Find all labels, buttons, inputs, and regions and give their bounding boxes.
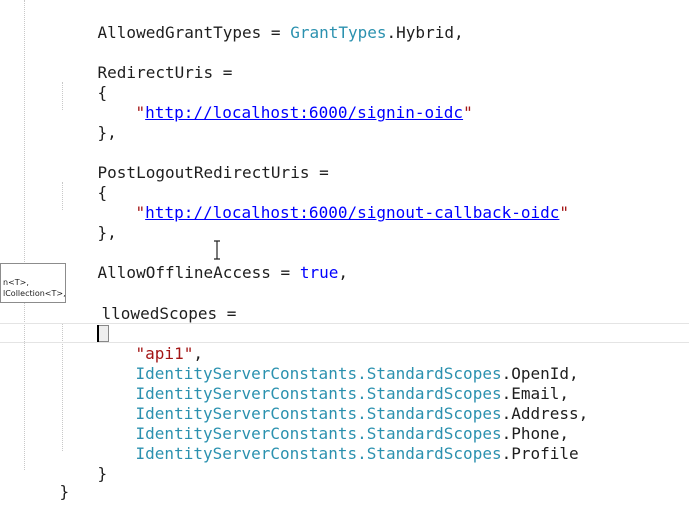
code-line[interactable]: IdentityServerConstants.StandardScopes.P… [97, 404, 570, 443]
type-name: IdentityServerConstants [135, 444, 358, 463]
indent-guide [24, 0, 25, 470]
string-quote: " [463, 103, 473, 122]
tooltip-line: n<T>, [3, 278, 29, 287]
code-editor[interactable]: AllowedGrantTypes = GrantTypes.Hybrid, R… [0, 0, 689, 501]
type-name: .StandardScopes [357, 444, 502, 463]
code-line[interactable]: }, [59, 103, 117, 142]
property-name: PostLogoutRedirectUris = [97, 163, 329, 182]
property-name: AllowOfflineAccess [97, 263, 271, 282]
url-link[interactable]: http://localhost:6000/signin-oidc [145, 103, 463, 122]
close-brace: }, [97, 223, 117, 242]
code-line[interactable]: "http://localhost:6000/signin-oidc" [97, 83, 473, 122]
code-line[interactable]: } [59, 444, 108, 483]
code-line[interactable]: AllowedGrantTypes = GrantTypes.Hybrid, [59, 3, 464, 42]
string-quote: " [135, 203, 146, 222]
url-link[interactable]: http://localhost:6000/signout-callback-o… [145, 203, 559, 222]
code-line[interactable]: IdentityServerConstants.StandardScopes.O… [97, 344, 579, 383]
code-line[interactable]: { [59, 63, 108, 102]
type-name: GrantTypes [290, 23, 387, 42]
code-line[interactable]: AllowOfflineAccess = true, [59, 243, 348, 282]
intellisense-tooltip: n<T>, lCollection<T>, [0, 263, 66, 303]
property-name: AllowedGrantTypes [97, 23, 262, 42]
code-line[interactable]: }, [59, 203, 117, 242]
code-line[interactable]: llowedScopes = [63, 284, 237, 323]
code-line[interactable]: RedirectUris = [59, 43, 233, 82]
assignment-operator: = [261, 23, 291, 42]
code-line[interactable]: IdentityServerConstants.StandardScopes.E… [97, 364, 570, 403]
code-line[interactable]: IdentityServerConstants.StandardScopes.P… [97, 424, 579, 463]
string-quote: " [559, 203, 570, 222]
code-line[interactable]: } [21, 462, 70, 501]
code-line[interactable]: IdentityServerConstants.StandardScopes.A… [97, 384, 589, 423]
close-brace: } [59, 482, 70, 501]
code-line[interactable]: { [59, 304, 108, 343]
assignment-operator: = [270, 263, 300, 282]
comma: , [338, 263, 348, 282]
tooltip-line: lCollection<T>, [3, 289, 66, 298]
property-name: llowedScopes = [101, 304, 237, 323]
code-line[interactable]: "api1", [97, 324, 203, 363]
close-brace: }, [97, 123, 117, 142]
code-line[interactable]: "http://localhost:6000/signout-callback-… [97, 183, 570, 222]
property-name: RedirectUris = [97, 63, 233, 82]
string-quote: " [135, 103, 146, 122]
code-line[interactable]: { [59, 163, 108, 202]
text-caret [97, 325, 99, 342]
code-line[interactable]: PostLogoutRedirectUris = [59, 143, 329, 182]
bool-keyword: true [299, 263, 339, 282]
close-brace: } [97, 464, 108, 483]
member-access: .Profile [501, 444, 579, 463]
ibeam-cursor-icon [214, 240, 220, 260]
member-access: .Hybrid, [386, 23, 464, 42]
